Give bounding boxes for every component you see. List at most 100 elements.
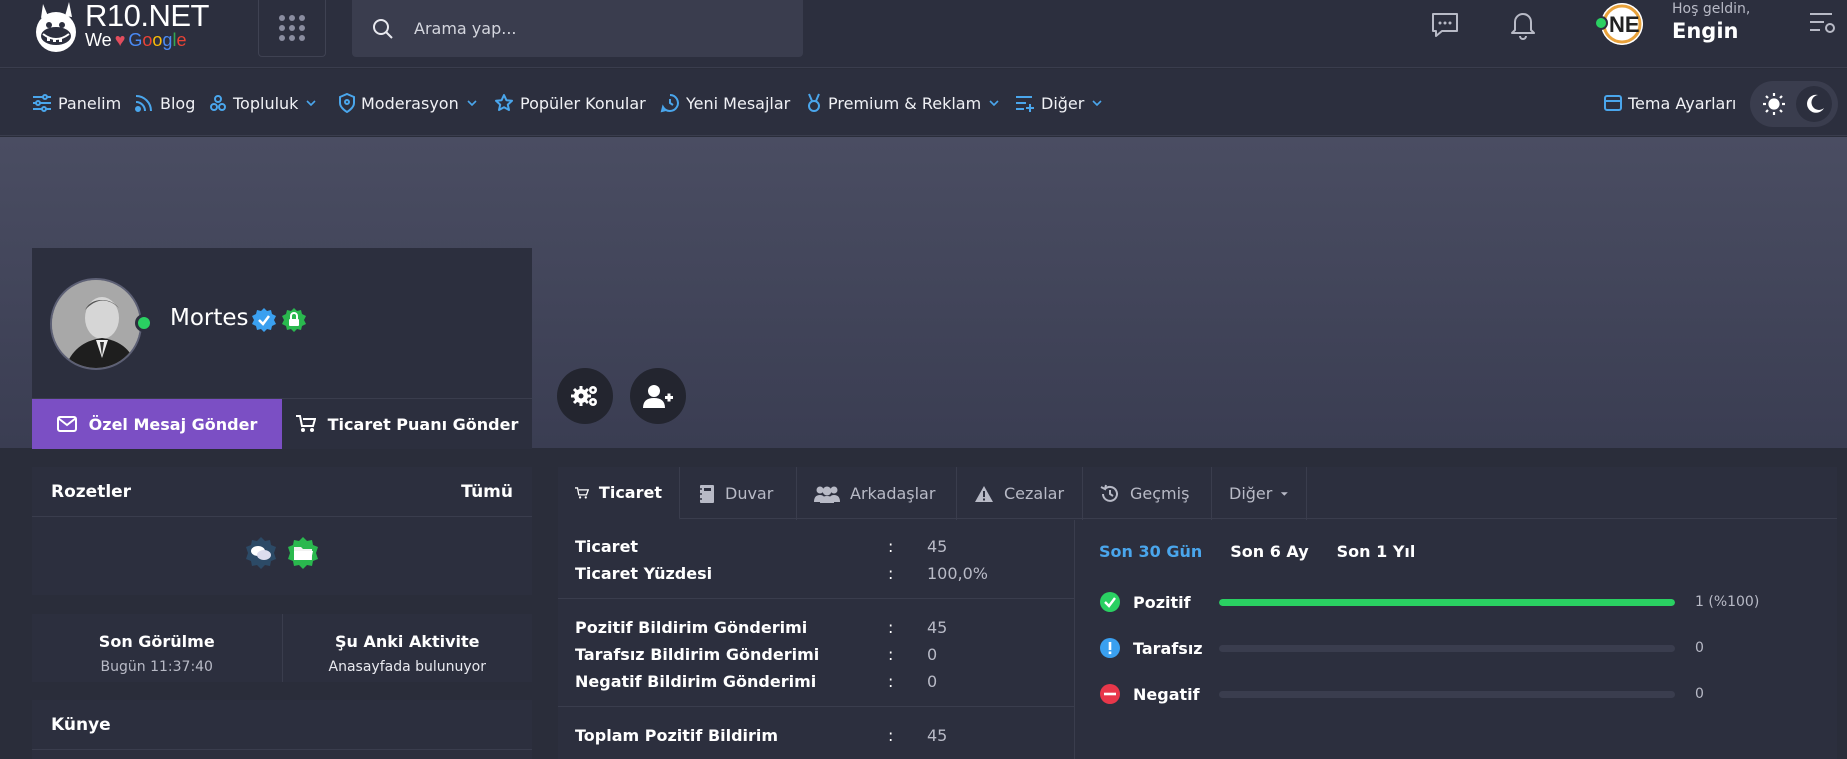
community-icon	[210, 95, 226, 111]
chevron-down-icon	[467, 100, 477, 106]
profile-content: Ticaret Duvar Arkadaşlar Cezalar Geçmiş …	[558, 467, 1837, 759]
moon-icon[interactable]	[1804, 93, 1826, 115]
rating-bar	[1219, 690, 1675, 698]
notifications-button[interactable]	[1506, 8, 1540, 42]
star-icon	[495, 94, 513, 111]
heart-icon: ♥	[114, 30, 126, 50]
tab-diger[interactable]: Diğer	[1212, 467, 1307, 520]
tab-arkadaslar[interactable]: Arkadaşlar	[797, 467, 957, 520]
nav-item-populer-konular[interactable]: Popüler Konular	[494, 91, 646, 115]
period-1-year[interactable]: Son 1 Yıl	[1337, 542, 1416, 561]
theme-settings-link[interactable]: Tema Ayarları	[1604, 91, 1736, 115]
lock-badge-icon	[282, 308, 306, 332]
messages-button[interactable]	[1428, 8, 1462, 42]
last-seen: Son Görülme Bugün 11:37:40	[98, 632, 215, 675]
logo-mascot-icon	[36, 2, 76, 52]
kunye-title: Künye	[51, 714, 111, 735]
rating-bar-fill	[1219, 598, 1675, 606]
rating-bar	[1219, 598, 1675, 606]
trade-stats-table: Ticaret:45 Ticaret Yüzdesi:100,0% Poziti…	[558, 520, 1075, 759]
exclamation-circle-icon	[1100, 638, 1120, 658]
rating-negative: Negatif 0	[1099, 682, 1799, 706]
search-input[interactable]	[414, 13, 774, 44]
chevron-down-icon	[989, 100, 999, 106]
main-nav: Panelim Blog Topluluk Moderasyon Popüler…	[0, 69, 1847, 136]
theme-toggle[interactable]	[1750, 81, 1838, 127]
svg-text:NE: NE	[1609, 12, 1640, 37]
user-plus-icon	[643, 385, 673, 408]
chat-icon	[1432, 13, 1458, 37]
rating-neutral: Tarafsız 0	[1099, 636, 1799, 660]
folder-badge-icon[interactable]	[286, 536, 320, 570]
nav-item-topluluk[interactable]: Topluluk	[209, 91, 317, 115]
site-logo[interactable]: R10.NET We ♥ Google	[31, 0, 221, 56]
send-trade-point-button[interactable]: Ticaret Puanı Gönder	[282, 399, 532, 449]
trade-row: Ticaret Yüzdesi:100,0%	[575, 564, 989, 583]
sliders-icon	[33, 94, 51, 112]
nav-item-yeni-mesajlar[interactable]: Yeni Mesajlar	[660, 91, 790, 115]
activity-panel: Son Görülme Bugün 11:37:40 Şu Anki Aktiv…	[32, 614, 532, 682]
grid-icon	[279, 15, 305, 41]
profile-tabs: Ticaret Duvar Arkadaşlar Cezalar Geçmiş …	[558, 467, 1837, 520]
rss-icon	[135, 95, 152, 112]
tab-gecmis[interactable]: Geçmiş	[1083, 467, 1212, 520]
period-6-months[interactable]: Son 6 Ay	[1230, 542, 1308, 561]
add-friend-button[interactable]	[630, 368, 686, 424]
table-divider	[558, 598, 1075, 599]
notebook-icon	[698, 484, 714, 503]
profile-username: Mortes	[170, 305, 249, 331]
tab-duvar[interactable]: Duvar	[680, 467, 797, 520]
profile-online-indicator	[135, 314, 153, 332]
profile-portrait-image	[52, 280, 140, 368]
profile-avatar[interactable]	[50, 278, 142, 370]
caret-down-icon	[1281, 491, 1289, 496]
rating-bar	[1219, 644, 1675, 652]
send-private-message-button[interactable]: Özel Mesaj Gönder	[32, 399, 282, 449]
chat-badge-icon[interactable]	[244, 536, 278, 570]
nav-item-moderasyon[interactable]: Moderasyon	[339, 91, 477, 115]
nav-item-diger[interactable]: Diğer	[1015, 91, 1102, 115]
badges-all-link[interactable]: Tümü	[461, 482, 513, 502]
trade-row: Ticaret:45	[575, 537, 948, 556]
verified-badge-icon	[252, 308, 276, 332]
chevron-down-icon	[1092, 100, 1102, 106]
search-icon[interactable]	[372, 18, 394, 40]
current-activity: Şu Anki Aktivite Anasayfada bulunuyor	[281, 614, 533, 682]
trade-row: Negatif Bildirim Gönderimi:0	[575, 672, 938, 691]
nav-item-blog[interactable]: Blog	[134, 91, 195, 115]
kunye-panel: Künye	[32, 700, 532, 759]
shield-icon	[339, 93, 355, 113]
profile-card: Mortes Özel Mesaj Gönder Ticaret Puanı G…	[32, 248, 532, 449]
bell-icon	[1511, 13, 1535, 40]
message-clock-icon	[660, 94, 679, 113]
minus-circle-icon	[1100, 684, 1120, 704]
apps-menu-button[interactable]	[258, 0, 326, 57]
cart-plus-icon	[295, 415, 316, 432]
logo-slogan: We ♥ Google	[85, 30, 186, 51]
trade-row: Toplam Pozitif Bildirim:45	[575, 726, 948, 745]
kunye-panel-header: Künye	[32, 700, 532, 750]
check-circle-icon	[1100, 592, 1120, 612]
chevron-down-icon	[306, 100, 317, 106]
user-settings-icon[interactable]	[1808, 10, 1838, 36]
tab-cezalar[interactable]: Cezalar	[957, 467, 1083, 520]
medal-icon	[808, 93, 820, 112]
search-box	[352, 0, 803, 57]
gears-icon	[571, 386, 597, 406]
logo-google: Google	[128, 30, 187, 50]
greeting-text: Hoş geldin,	[1672, 1, 1751, 17]
trade-row: Pozitif Bildirim Gönderimi:45	[575, 618, 948, 637]
header-username[interactable]: Engin	[1672, 19, 1738, 43]
history-icon	[1100, 484, 1118, 502]
trade-row: Tarafsız Bildirim Gönderimi:0	[575, 645, 938, 664]
badges-panel-header: Rozetler Tümü	[32, 467, 532, 517]
profile-actions: Özel Mesaj Gönder Ticaret Puanı Gönder	[32, 398, 532, 449]
nav-item-panelim[interactable]: Panelim	[32, 91, 121, 115]
warning-icon	[975, 485, 993, 502]
sun-icon[interactable]	[1762, 92, 1786, 116]
nav-item-premium-reklam[interactable]: Premium & Reklam	[806, 91, 999, 115]
logo-title: R10.NET	[85, 0, 209, 33]
profile-settings-button[interactable]	[557, 368, 613, 424]
period-30-days[interactable]: Son 30 Gün	[1099, 542, 1202, 561]
tab-ticaret[interactable]: Ticaret	[558, 467, 680, 520]
